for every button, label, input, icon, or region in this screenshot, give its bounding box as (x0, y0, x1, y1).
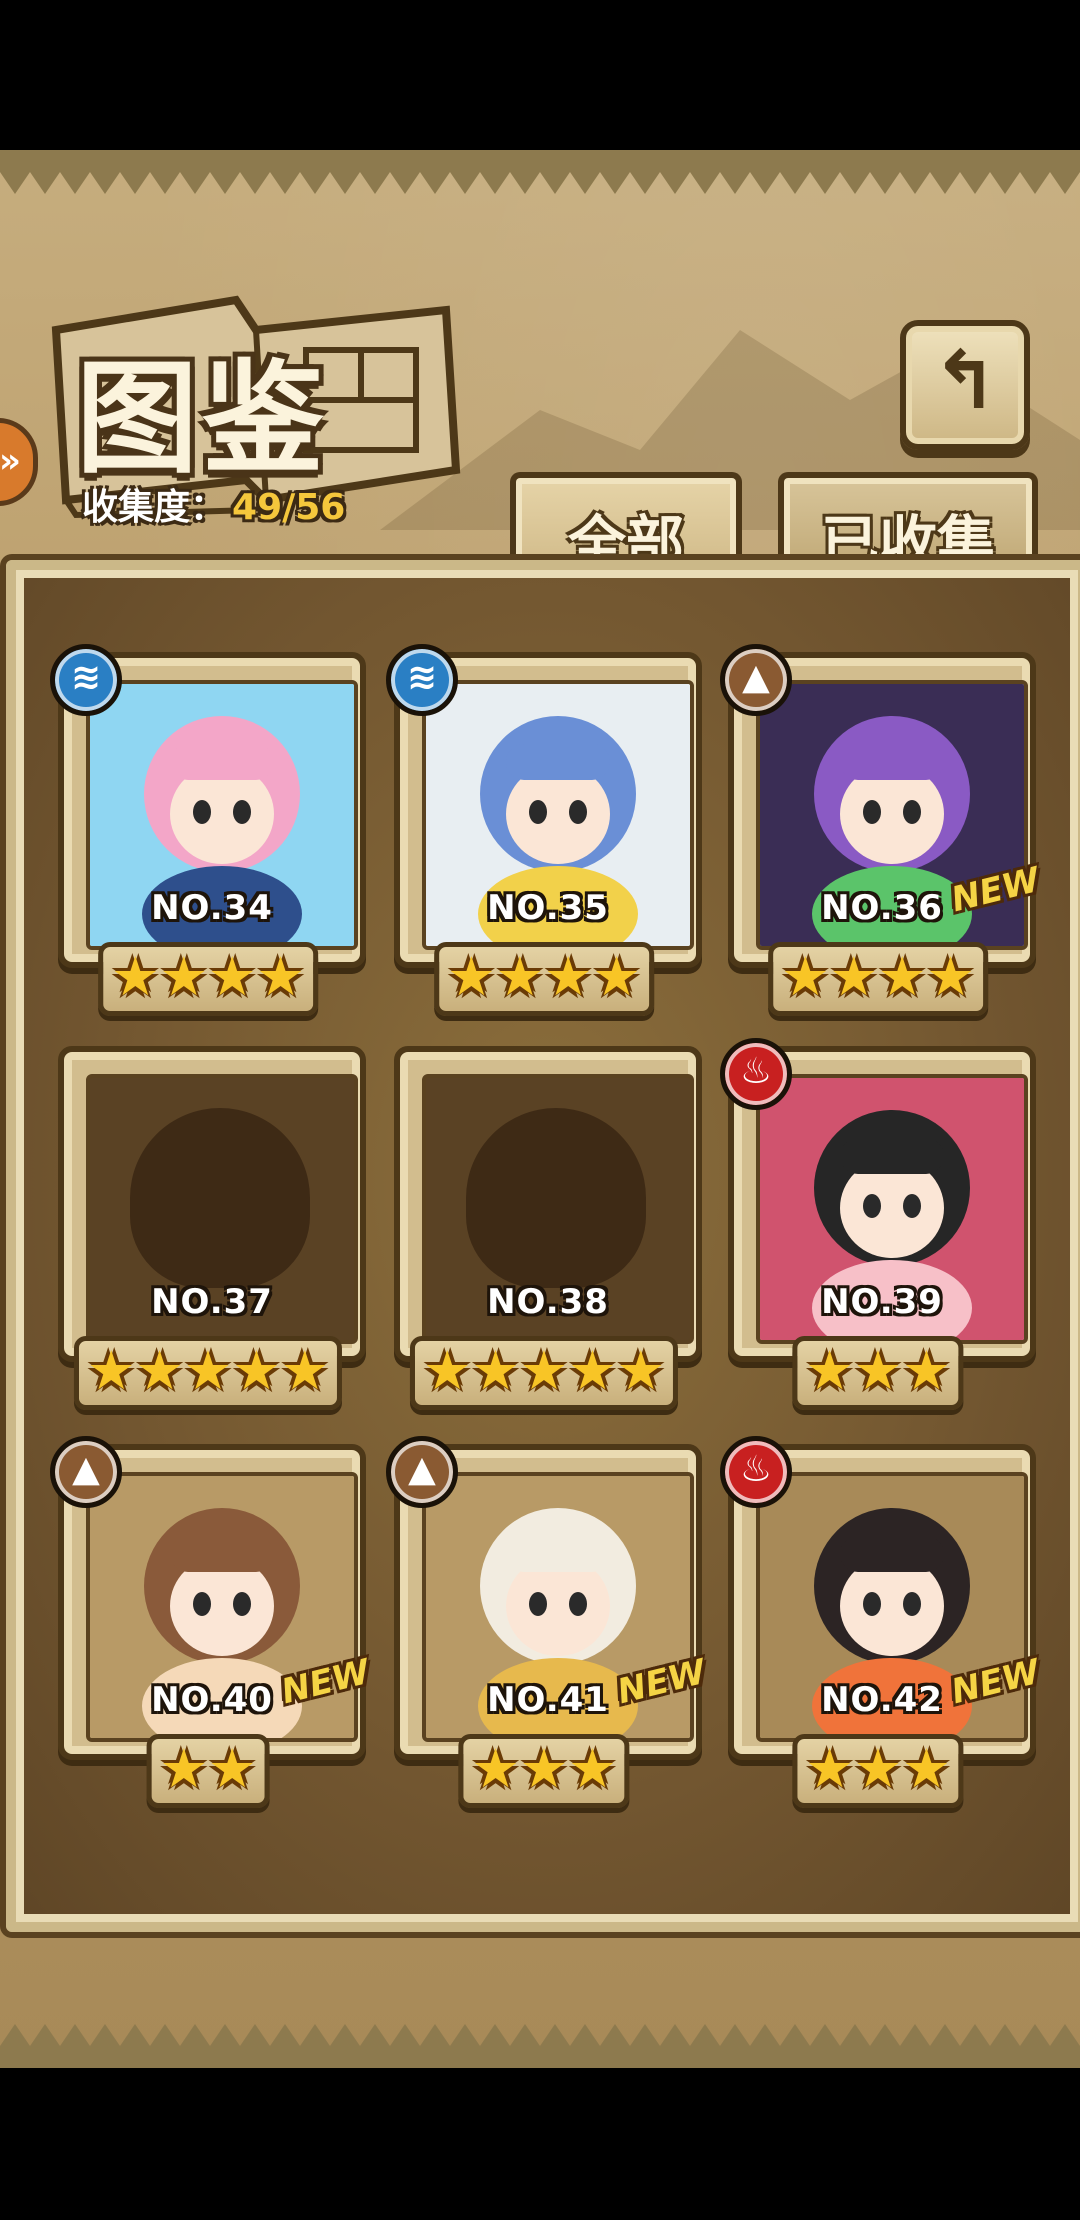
star-rating: ★★★★ (768, 942, 988, 1016)
top-border-decoration (0, 150, 1080, 194)
page-title: 图鉴 (76, 346, 328, 490)
bottom-border-decoration (0, 2024, 1080, 2068)
element-glyph: ▲ (72, 1449, 100, 1490)
star-icons: ★★★ (805, 1339, 951, 1402)
collection-count: 49/56 (232, 487, 346, 528)
codex-panel: NO.34 ★★★★ ≋ NO.35 ★★★★ ≋ NO.36 ★★★★ ▲ NEW NO.37 ★★… (6, 560, 1080, 1932)
element-glyph: ▲ (742, 657, 770, 698)
star-icons: ★★★★★ (422, 1339, 666, 1402)
star-rating: ★★★★★ (409, 1336, 679, 1410)
back-button[interactable]: ↰ (900, 320, 1030, 450)
water-element-icon: ≋ (386, 644, 458, 716)
star-rating: ★★ (146, 1734, 270, 1808)
card-number: NO.37 (151, 1282, 273, 1322)
codex-card[interactable]: NO.36 ★★★★ ▲ NEW (720, 644, 1044, 1016)
star-rating: ★★★ (792, 1336, 964, 1410)
star-icons: ★★★★ (781, 945, 975, 1008)
codex-card[interactable]: NO.39 ★★★ ♨ (720, 1038, 1036, 1410)
earth-element-icon: ▲ (720, 644, 792, 716)
star-icons: ★★★★ (447, 945, 641, 1008)
card-number: NO.35 (487, 888, 609, 928)
card-number: NO.34 (151, 888, 273, 928)
element-glyph: ≋ (70, 657, 102, 698)
element-glyph: ♨ (739, 1449, 773, 1490)
fire-element-icon: ♨ (720, 1038, 792, 1110)
star-icons: ★★★ (471, 1737, 617, 1800)
codex-card[interactable]: NO.42 ★★★ ♨ NEW (720, 1436, 1044, 1808)
card-number: NO.39 (821, 1282, 943, 1322)
card-grid: NO.34 ★★★★ ≋ NO.35 ★★★★ ≋ NO.36 ★★★★ ▲ NEW NO.37 ★★… (16, 570, 1078, 1922)
codex-card[interactable]: NO.35 ★★★★ ≋ (386, 644, 702, 1016)
collection-label: 收集度： (82, 487, 227, 528)
star-icons: ★★ (159, 1737, 257, 1800)
codex-screen: 图鉴 收集度： 49/56 » ↰ 全部 已收集 NO.34 ★★★★ ≋ NO.35 ★… (0, 150, 1080, 2068)
back-arrow-icon: ↰ (931, 334, 999, 427)
star-icons: ★★★★★ (86, 1339, 330, 1402)
element-glyph: ≋ (406, 657, 438, 698)
codex-card[interactable]: NO.38 ★★★★★ (394, 1046, 702, 1410)
star-icons: ★★★ (805, 1737, 951, 1800)
star-rating: ★★★★★ (73, 1336, 343, 1410)
codex-card[interactable]: NO.40 ★★ ▲ NEW (50, 1436, 374, 1808)
star-rating: ★★★ (458, 1734, 630, 1808)
collection-progress: 收集度： 49/56 (82, 478, 345, 530)
star-rating: ★★★★ (98, 942, 318, 1016)
chevron-right-icon: » (0, 441, 21, 481)
codex-card[interactable]: NO.41 ★★★ ▲ NEW (386, 1436, 710, 1808)
star-icons: ★★★★ (111, 945, 305, 1008)
card-number: NO.38 (487, 1282, 609, 1322)
earth-element-icon: ▲ (386, 1436, 458, 1508)
fire-element-icon: ♨ (720, 1436, 792, 1508)
expand-side-button[interactable]: » (0, 418, 38, 506)
earth-element-icon: ▲ (50, 1436, 122, 1508)
codex-card[interactable]: NO.37 ★★★★★ (58, 1046, 366, 1410)
water-element-icon: ≋ (50, 644, 122, 716)
star-rating: ★★★★ (434, 942, 654, 1016)
star-rating: ★★★ (792, 1734, 964, 1808)
element-glyph: ♨ (739, 1051, 773, 1092)
codex-card[interactable]: NO.34 ★★★★ ≋ (50, 644, 366, 1016)
element-glyph: ▲ (408, 1449, 436, 1490)
